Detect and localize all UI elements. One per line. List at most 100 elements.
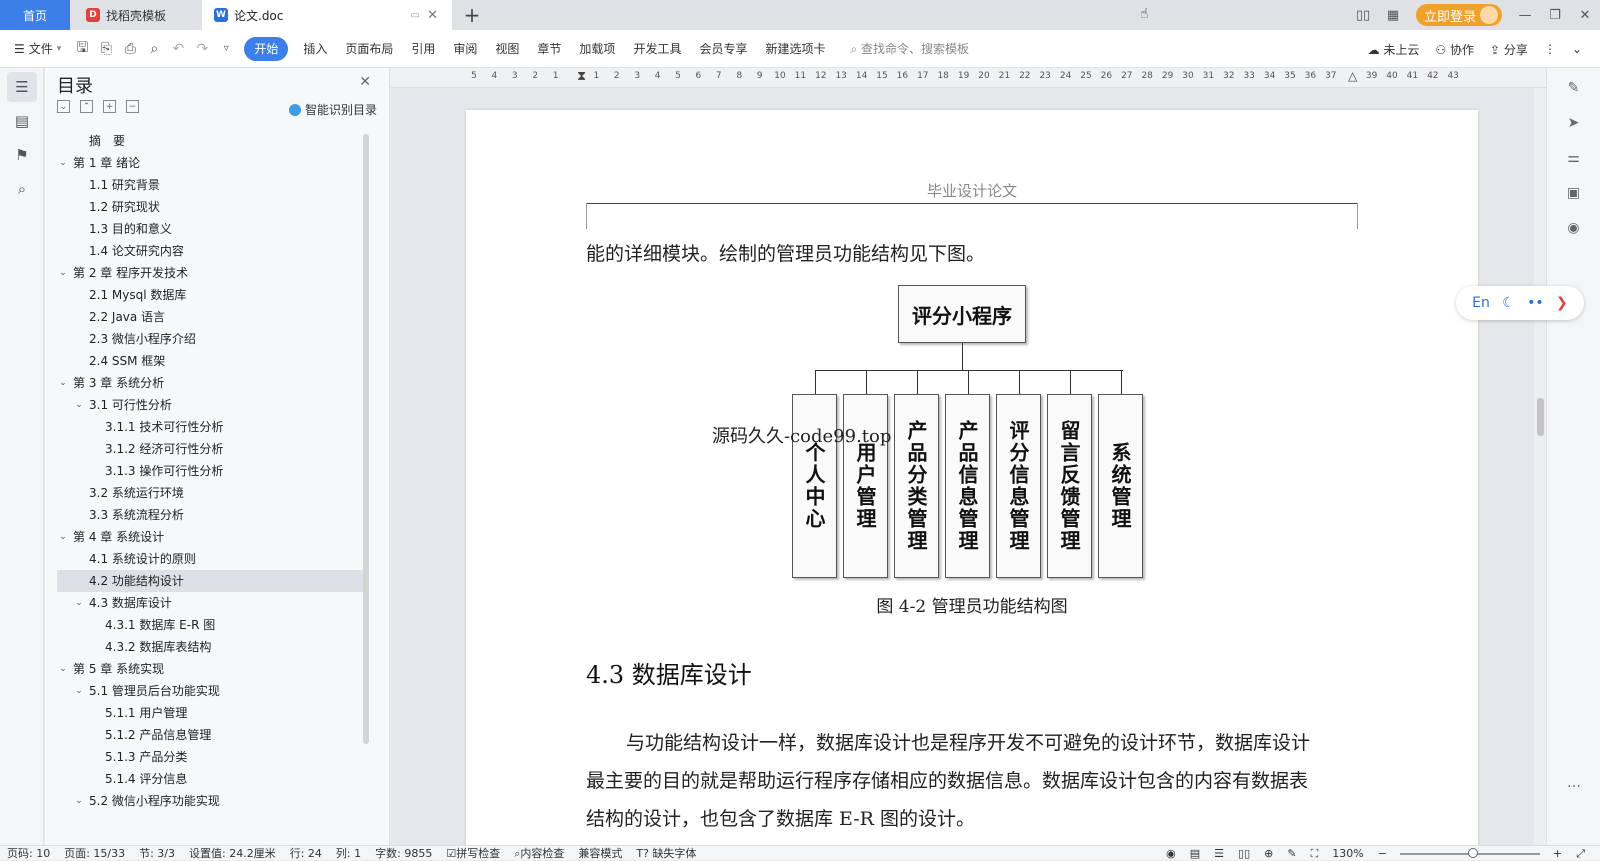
chevron-down-icon[interactable]: ⌄ [58, 372, 68, 394]
toc-item[interactable]: 3.1.3 操作可行性分析 [57, 460, 369, 482]
tab-template[interactable]: D 找稻壳模板 [72, 0, 200, 30]
toc-item[interactable]: 3.2 系统运行环境 [57, 482, 369, 504]
smart-toc-button[interactable]: 智能识别目录 [288, 101, 377, 118]
tab-home-ribbon[interactable]: 开始 [244, 36, 289, 61]
tab-view[interactable]: 视图 [486, 37, 528, 61]
print-preview-icon[interactable]: ⌕ [142, 37, 166, 61]
input-method-pill[interactable]: En ☾ •• ❯ [1456, 286, 1584, 320]
close-icon[interactable]: ✕ [359, 74, 371, 90]
toc-item[interactable]: ⌄ 第 1 章 绪论 [57, 152, 369, 174]
toc-item[interactable]: 2.4 SSM 框架 [57, 350, 369, 372]
toc-item[interactable]: 4.2 功能结构设计 [57, 570, 369, 592]
toc-item[interactable]: 2.1 Mysql 数据库 [57, 284, 369, 306]
chevron-down-icon[interactable]: ⌄ [58, 262, 68, 284]
toc-item[interactable]: 1.4 论文研究内容 [57, 240, 369, 262]
toc-item[interactable]: 5.1.2 产品信息管理 [57, 724, 369, 746]
chevron-down-icon[interactable]: ⌄ [74, 790, 84, 812]
command-search-input[interactable]: ⌕ 查找命令、搜索模板 [850, 40, 969, 57]
toc-item[interactable]: 1.3 目的和意义 [57, 218, 369, 240]
outline-view-icon[interactable]: ☰ [1207, 847, 1231, 860]
scroll-thumb[interactable] [1537, 398, 1544, 436]
remove-item-icon[interactable]: − [126, 100, 139, 113]
navigation-icon[interactable]: ▤ [7, 106, 37, 136]
chevron-down-icon[interactable]: ⌄ [74, 394, 84, 416]
reading-view-icon[interactable]: ▯▯ [1231, 847, 1257, 860]
lang-toggle[interactable]: En [1472, 295, 1490, 311]
select-pointer-icon[interactable]: ➤ [1561, 110, 1587, 136]
tab-insert[interactable]: 插入 [294, 37, 336, 61]
spell-check-button[interactable]: ☑拼写检查 [439, 845, 507, 861]
moon-icon[interactable]: ☾ [1502, 295, 1515, 311]
pen-icon[interactable]: ✎ [1561, 75, 1587, 101]
eye-protection-icon[interactable]: ◉ [1159, 847, 1183, 860]
more-icon[interactable]: … [1561, 770, 1587, 796]
toc-item[interactable]: ⌄ 4.3 数据库设计 [57, 592, 369, 614]
toc-item[interactable]: 2.2 Java 语言 [57, 306, 369, 328]
tab-pin-icon[interactable]: ▭ [411, 10, 420, 21]
toc-item[interactable]: 1.2 研究现状 [57, 196, 369, 218]
toc-item[interactable]: 5.1.1 用户管理 [57, 702, 369, 724]
web-view-icon[interactable]: ⊕ [1257, 847, 1280, 860]
quick-access-dropdown-icon[interactable]: ▿ [214, 37, 238, 61]
toc-item[interactable]: 4.1 系统设计的原则 [57, 548, 369, 570]
chevron-down-icon[interactable]: ⌄ [58, 658, 68, 680]
share-button[interactable]: ⇪ 分享 [1482, 41, 1536, 58]
zoom-out-icon[interactable]: − [1371, 847, 1394, 860]
toc-item[interactable]: 2.3 微信小程序介绍 [57, 328, 369, 350]
find-icon[interactable]: ⌕ [7, 174, 37, 204]
fit-page-icon[interactable]: ⛶ [1304, 847, 1326, 861]
add-item-icon[interactable]: + [103, 100, 116, 113]
collab-button[interactable]: ⚇ 协作 [1427, 41, 1482, 58]
image-tools-icon[interactable]: ▣ [1561, 180, 1587, 206]
tab-developer[interactable]: 开发工具 [624, 37, 690, 61]
expand-icon[interactable]: ⌃ [80, 100, 93, 113]
restore-icon[interactable]: ❐ [1540, 8, 1570, 23]
cloud-status-button[interactable]: ☁ 未上云 [1360, 41, 1428, 58]
print-icon[interactable]: ⎙ [118, 37, 142, 61]
minimize-icon[interactable]: — [1510, 8, 1540, 23]
apps-grid-icon[interactable]: ▦ [1378, 8, 1408, 23]
chevron-down-icon[interactable]: ⌄ [58, 526, 68, 548]
collapse-icon[interactable]: ⌄ [57, 100, 70, 113]
toc-item[interactable]: 3.3 系统流程分析 [57, 504, 369, 526]
toc-item[interactable]: 摘 要 [57, 130, 369, 152]
adjust-sliders-icon[interactable]: ⚌ [1561, 145, 1587, 171]
location-icon[interactable]: ◉ [1561, 215, 1587, 241]
toc-item[interactable]: 5.1.4 评分信息 [57, 768, 369, 790]
toc-scrollbar[interactable] [363, 134, 369, 744]
missing-font-button[interactable]: T? 缺失字体 [629, 845, 703, 861]
tab-home[interactable]: 首页 [0, 0, 70, 30]
page-view-icon[interactable]: ▤ [1183, 847, 1207, 860]
write-mode-icon[interactable]: ✎ [1280, 847, 1303, 860]
compat-mode[interactable]: 兼容模式 [571, 845, 629, 861]
left-indent-marker-icon[interactable]: ⧗ [577, 69, 586, 84]
chevron-down-icon[interactable]: ⌄ [74, 680, 84, 702]
file-menu-button[interactable]: ☰ 文件 ▾ [0, 37, 70, 61]
zoom-slider[interactable] [1399, 847, 1540, 858]
toc-item[interactable]: 5.1.3 产品分类 [57, 746, 369, 768]
fullscreen-icon[interactable]: ⤢ [1569, 847, 1592, 861]
toc-item[interactable]: 4.3.1 数据库 E-R 图 [57, 614, 369, 636]
horizontal-ruler[interactable]: ⧗ △ 5 4 3 2 1 1 2 3 4 5 6 7 8 9 10 11 12 13 14 15 16 17 18 19 20… [391, 68, 1546, 88]
new-tab-button[interactable]: + [460, 0, 484, 30]
collapse-ribbon-icon[interactable]: ⌄ [1564, 42, 1590, 56]
tab-references[interactable]: 引用 [402, 37, 444, 61]
toc-item[interactable]: ⌄ 5.1 管理员后台功能实现 [57, 680, 369, 702]
toc-item[interactable]: ⌄ 5.2 微信小程序功能实现 [57, 790, 369, 812]
toc-item[interactable]: ⌄ 第 2 章 程序开发技术 [57, 262, 369, 284]
layout-icon[interactable]: ▯▯ [1348, 8, 1378, 23]
toc-item[interactable]: 1.1 研究背景 [57, 174, 369, 196]
close-window-icon[interactable]: ✕ [1570, 8, 1600, 23]
tab-chapter[interactable]: 章节 [528, 37, 570, 61]
chevron-right-icon[interactable]: ❯ [1556, 295, 1568, 311]
toc-item[interactable]: 4.3.2 数据库表结构 [57, 636, 369, 658]
document-page[interactable]: 毕业设计论文 能的详细模块。绘制的管理员功能结构见下图。 评分小程序 个人中心 用… [466, 110, 1478, 845]
toc-item[interactable]: ⌄ 第 3 章 系统分析 [57, 372, 369, 394]
more-options-icon[interactable]: ⋮ [1536, 42, 1564, 56]
zoom-level[interactable]: 130% [1325, 847, 1370, 860]
status-words[interactable]: 字数: 9855 [368, 845, 439, 861]
redo-icon[interactable]: ↷ [190, 37, 214, 61]
toc-item[interactable]: 3.1.1 技术可行性分析 [57, 416, 369, 438]
login-button[interactable]: 立即登录 [1415, 4, 1502, 26]
zoom-in-icon[interactable]: + [1546, 847, 1569, 860]
